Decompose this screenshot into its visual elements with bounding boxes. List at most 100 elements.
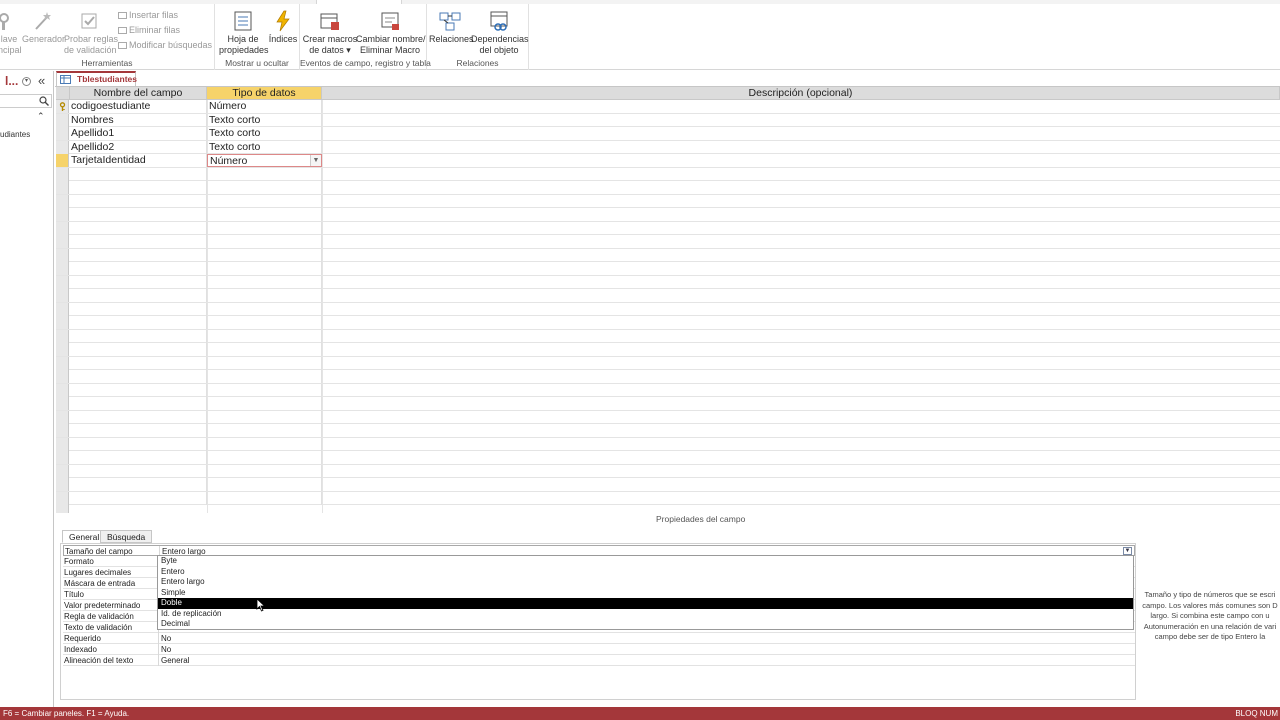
row-selector[interactable] [56, 208, 69, 221]
description-cell[interactable] [322, 330, 1280, 343]
description-cell[interactable] [322, 100, 1280, 113]
data-type-cell[interactable] [207, 262, 322, 275]
field-name-cell[interactable] [70, 464, 207, 478]
navigation-pane-title[interactable]: l... [5, 74, 18, 88]
description-cell[interactable] [322, 316, 1280, 329]
field-name-cell[interactable] [70, 424, 207, 437]
field-name-cell[interactable] [70, 181, 207, 194]
data-type-cell[interactable]: Número [207, 100, 322, 113]
description-cell[interactable] [322, 249, 1280, 262]
data-type-cell[interactable] [207, 289, 322, 302]
row-selector[interactable] [56, 235, 69, 248]
row-selector[interactable] [56, 451, 69, 464]
create-data-macros-button[interactable]: Crear macros de datos ▾ [302, 8, 358, 56]
data-type-cell[interactable] [207, 208, 322, 221]
description-cell[interactable] [322, 181, 1280, 194]
description-cell[interactable] [322, 478, 1280, 491]
data-type-cell[interactable] [207, 316, 322, 329]
field-name-cell[interactable]: TarjetaIdentidad [70, 154, 207, 167]
chevron-down-icon[interactable]: ▼ [1123, 547, 1132, 555]
data-type-cell[interactable] [207, 221, 322, 235]
row-selector[interactable] [56, 140, 69, 154]
description-cell[interactable] [322, 141, 1280, 154]
data-type-cell[interactable] [207, 383, 322, 397]
description-cell[interactable] [322, 262, 1280, 275]
field-name-cell[interactable] [70, 370, 207, 383]
row-selector[interactable] [56, 383, 69, 397]
modify-lookups-button[interactable]: Modificar búsquedas [118, 40, 212, 50]
row-selector[interactable] [56, 194, 69, 208]
field-name-cell[interactable] [70, 275, 207, 289]
data-type-cell[interactable] [207, 397, 322, 410]
description-cell[interactable] [322, 208, 1280, 221]
field-name-cell[interactable] [70, 194, 207, 208]
indexes-button[interactable]: Índices [267, 8, 299, 45]
data-type-cell[interactable] [207, 491, 322, 505]
field-name-cell[interactable] [70, 451, 207, 464]
empty-row[interactable] [56, 437, 1280, 451]
empty-row[interactable] [56, 343, 1280, 357]
empty-row[interactable] [56, 383, 1280, 397]
search-icon[interactable] [39, 96, 49, 106]
field-name-cell[interactable] [70, 208, 207, 221]
dropdown-option[interactable]: Byte [158, 556, 1133, 567]
description-cell[interactable] [322, 168, 1280, 181]
description-cell[interactable] [322, 424, 1280, 437]
description-cell[interactable] [322, 154, 1280, 167]
empty-row[interactable] [56, 397, 1280, 411]
data-type-cell[interactable] [207, 370, 322, 383]
description-cell[interactable] [322, 195, 1280, 208]
row-selector[interactable] [56, 316, 69, 329]
dropdown-option[interactable]: Doble [158, 598, 1133, 609]
data-type-cell[interactable] [207, 235, 322, 248]
data-type-cell[interactable] [207, 181, 322, 194]
row-selector[interactable] [56, 289, 69, 302]
data-type-cell[interactable] [207, 356, 322, 370]
nav-item-table[interactable]: udiantes [0, 130, 30, 139]
description-cell[interactable] [322, 357, 1280, 370]
field-name-cell[interactable] [70, 491, 207, 505]
row-selector[interactable] [56, 329, 69, 343]
row-selector[interactable] [56, 248, 69, 262]
relationships-button[interactable]: Relaciones [429, 8, 474, 45]
chevron-down-icon[interactable]: ▾ [22, 77, 31, 86]
row-selector[interactable] [56, 221, 69, 235]
field-name-cell[interactable]: codigoestudiante [70, 100, 207, 113]
empty-row[interactable] [56, 235, 1280, 249]
category-collapse-icon[interactable]: ⌃ [37, 111, 45, 122]
delete-rows-button[interactable]: Eliminar filas [118, 25, 180, 35]
row-selector[interactable] [56, 343, 69, 356]
data-type-cell[interactable]: Número ▼ [207, 154, 322, 167]
field-name-cell[interactable] [70, 262, 207, 275]
row-selector[interactable] [56, 397, 69, 410]
data-type-cell[interactable] [207, 329, 322, 343]
field-name-cell[interactable] [70, 248, 207, 262]
data-type-cell[interactable] [207, 302, 322, 316]
field-name-cell[interactable] [70, 383, 207, 397]
data-type-cell[interactable] [207, 451, 322, 464]
description-cell[interactable] [322, 492, 1280, 505]
field-name-cell[interactable]: Nombres [70, 113, 207, 127]
description-cell[interactable] [322, 397, 1280, 410]
empty-row[interactable] [56, 491, 1280, 505]
data-type-cell[interactable] [207, 410, 322, 424]
description-cell[interactable] [322, 411, 1280, 424]
empty-row[interactable] [56, 194, 1280, 208]
description-cell[interactable] [322, 222, 1280, 235]
description-cell[interactable] [322, 289, 1280, 302]
description-cell[interactable] [322, 370, 1280, 383]
table-row[interactable]: Apellido1 Texto corto [56, 127, 1280, 141]
table-row[interactable]: TarjetaIdentidad Número ▼ [56, 154, 1280, 168]
empty-row[interactable] [56, 464, 1280, 478]
empty-row[interactable] [56, 221, 1280, 235]
dropdown-option[interactable]: Simple [158, 588, 1133, 599]
document-tab[interactable]: Tblestudiantes [56, 71, 137, 86]
tab-busqueda[interactable]: Búsqueda [100, 530, 153, 543]
empty-row[interactable] [56, 410, 1280, 424]
empty-row[interactable] [56, 275, 1280, 289]
row-selector[interactable] [56, 424, 69, 437]
property-value[interactable]: No [160, 633, 1135, 644]
empty-row[interactable] [56, 424, 1280, 438]
empty-row[interactable] [56, 329, 1280, 343]
data-type-cell[interactable]: Texto corto [207, 127, 322, 140]
